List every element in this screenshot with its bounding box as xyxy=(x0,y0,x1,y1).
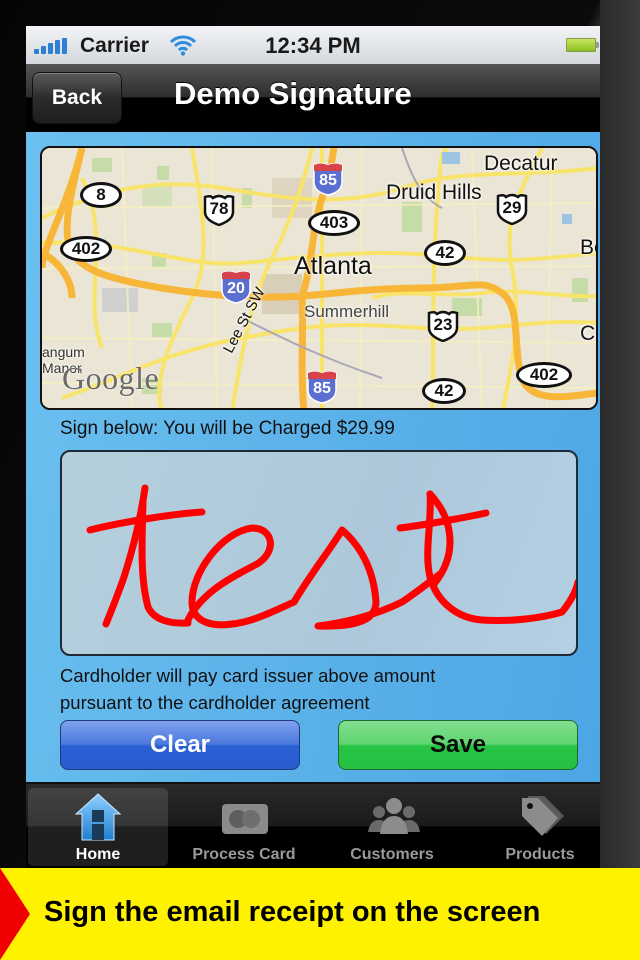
interstate-20-label: 20 xyxy=(227,280,245,297)
route-78-shield: 78 xyxy=(202,194,236,226)
interstate-85-bottom-label: 85 xyxy=(313,380,331,397)
tab-customers-label: Customers xyxy=(350,846,434,863)
home-icon xyxy=(74,793,122,841)
route-402-shield: 402 xyxy=(60,236,112,262)
cardholder-disclaimer: Cardholder will pay card issuer above am… xyxy=(60,662,580,716)
tab-products-label: Products xyxy=(505,846,575,863)
tab-process-card[interactable]: Process Card xyxy=(174,788,314,866)
tab-home-label: Home xyxy=(75,846,121,863)
route-403-shield: 403 xyxy=(308,210,360,236)
tab-bar: Home Process Card Customers Products xyxy=(26,782,600,868)
instruction-banner: Sign the email receipt on the screen xyxy=(0,868,640,960)
banner-arrow-icon xyxy=(0,868,30,960)
map-label-mangum: angum xyxy=(42,344,85,360)
map-label-atlanta: Atlanta xyxy=(294,252,372,280)
disclaimer-line-1: Cardholder will pay card issuer above am… xyxy=(60,665,436,686)
route-23-shield: 23 xyxy=(426,310,460,342)
tab-home[interactable]: Home xyxy=(28,788,168,866)
google-logo: Google xyxy=(62,360,160,396)
sign-prompt: Sign below: You will be Charged $29.99 xyxy=(60,418,395,439)
interstate-85-top-shield: 85 xyxy=(312,162,344,196)
route-42-top-shield: 42 xyxy=(424,240,466,266)
clear-button[interactable]: Clear xyxy=(60,720,300,770)
disclaimer-line-2: pursuant to the cardholder agreement xyxy=(60,692,370,713)
map-label-decatur: Decatur xyxy=(484,152,558,175)
route-402-right-shield: 402 xyxy=(516,362,572,388)
route-42-bottom-shield: 42 xyxy=(422,378,466,404)
navigation-bar: Back Demo Signature xyxy=(26,64,600,132)
status-time: 12:34 PM xyxy=(265,33,361,58)
phone-screen: Carrier 12:34 PM Back Demo Signature Dec… xyxy=(26,26,600,868)
save-button[interactable]: Save xyxy=(338,720,578,770)
interstate-85-top-label: 85 xyxy=(319,172,337,189)
device-edge xyxy=(600,0,640,960)
map-label-summerhill: Summerhill xyxy=(304,302,390,321)
content-area: Decatur Druid Hills Atlanta Summerhill L… xyxy=(26,132,600,782)
map-view[interactable]: Decatur Druid Hills Atlanta Summerhill L… xyxy=(40,146,598,410)
interstate-85-bottom-shield: 85 xyxy=(306,370,338,404)
back-button[interactable]: Back xyxy=(32,72,122,124)
tab-customers[interactable]: Customers xyxy=(322,788,462,866)
signature-stroke xyxy=(86,484,576,630)
map-label-belvedere: Bel xyxy=(580,236,596,259)
signature-pad[interactable] xyxy=(60,450,578,656)
interstate-20-shield: 20 xyxy=(220,270,252,304)
route-8-shield: 8 xyxy=(80,182,122,208)
battery-icon xyxy=(566,38,599,52)
status-bar: Carrier 12:34 PM xyxy=(26,26,600,64)
tab-process-card-label: Process Card xyxy=(192,846,296,863)
route-23-label: 23 xyxy=(433,315,453,334)
route-78-label: 78 xyxy=(209,199,229,218)
map-label-candler: Ca xyxy=(580,322,596,345)
route-29-shield: 29 xyxy=(495,193,529,225)
page-title: Demo Signature xyxy=(174,76,412,111)
customers-icon xyxy=(368,798,420,834)
tab-products[interactable]: Products xyxy=(470,788,600,866)
price-tag-icon xyxy=(522,796,564,836)
banner-text: Sign the email receipt on the screen xyxy=(44,896,541,928)
credit-card-icon xyxy=(222,804,268,834)
map-label-druid-hills: Druid Hills xyxy=(386,181,482,204)
route-29-label: 29 xyxy=(502,198,522,217)
